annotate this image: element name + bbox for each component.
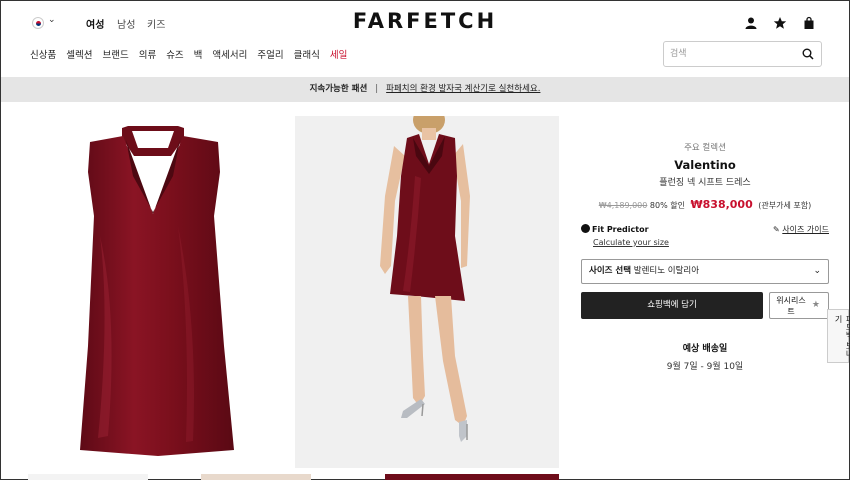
banner-title: 지속가능한 패션 — [309, 84, 368, 94]
account-icon[interactable] — [744, 16, 758, 30]
collection-label: 주요 컬렉션 — [684, 143, 726, 153]
size-select-label: 사이즈 선택 — [589, 266, 632, 276]
nav-item-bags[interactable]: 백 — [194, 47, 203, 61]
price-row: ₩4,189,000 80% 할인 ₩838,000 (관부가세 포함) — [581, 198, 829, 211]
delivery-title: 예상 배송일 — [682, 344, 728, 354]
fit-predictor-label: Fit Predictor — [592, 225, 649, 234]
ruler-icon: ✎ — [773, 225, 780, 234]
main-nav: 신상품 셀렉션 브랜드 의류 슈즈 백 액세서리 주얼리 클래식 세일 — [30, 47, 357, 61]
delivery-date: 9월 7일 - 9월 10일 — [666, 362, 744, 372]
feedback-label: 피드백 보내기 — [834, 315, 850, 358]
banner-link[interactable]: 파페치의 환경 발자국 계산기로 실천하세요. — [386, 84, 540, 94]
thumbnail-2[interactable] — [201, 474, 311, 480]
star-icon: ★ — [811, 300, 820, 310]
wishlist-button[interactable]: 위시리스트 ★ — [769, 292, 829, 319]
wishlist-star-icon[interactable] — [773, 16, 787, 30]
thumbnail-1[interactable] — [28, 474, 148, 480]
nav-item-new-in[interactable]: 신상품 — [30, 47, 56, 61]
top-header: ⌄ 여성 남성 키즈 FARFETCH 신상품 셀렉션 브랜드 의류 슈즈 백 … — [1, 1, 849, 77]
action-row: 쇼핑백에 담기 위시리스트 ★ — [581, 292, 829, 319]
search-icon[interactable] — [802, 48, 814, 60]
discount-badge: 80% 할인 — [649, 201, 685, 210]
search-box[interactable] — [663, 41, 822, 67]
fit-predictor: Fit Predictor — [581, 224, 649, 234]
nav-item-brands[interactable]: 브랜드 — [102, 47, 128, 61]
wishlist-label: 위시리스트 — [776, 296, 806, 316]
nav-item-accessories[interactable]: 액세서리 — [212, 47, 247, 61]
size-select-value: 발렌티노 이탈리아 — [633, 266, 700, 276]
size-guide-link[interactable]: ✎ 사이즈 가이드 — [773, 224, 829, 235]
nav-item-shoes[interactable]: 슈즈 — [166, 47, 183, 61]
add-to-bag-button[interactable]: 쇼핑백에 담기 — [581, 292, 763, 319]
feedback-tab[interactable]: 피드백 보내기 — [827, 309, 850, 363]
banner-separator: | — [375, 84, 379, 94]
shopping-bag-icon[interactable] — [802, 16, 816, 30]
search-input[interactable] — [670, 47, 790, 61]
fit-row: Fit Predictor Calculate your size ✎ 사이즈 … — [581, 221, 829, 251]
product-info-panel: 주요 컬렉션 Valentino 플런징 넥 시프트 드레스 ₩4,189,00… — [581, 141, 829, 372]
sale-price: ₩838,000 — [690, 198, 753, 211]
sustainability-banner: 지속가능한 패션 | 파페치의 환경 발자국 계산기로 실천하세요. — [1, 77, 849, 102]
chevron-down-icon: ⌄ — [813, 266, 821, 276]
model-photo-image — [295, 106, 559, 468]
brand-name[interactable]: Valentino — [581, 158, 829, 172]
nav-item-selection[interactable]: 셀렉션 — [66, 47, 92, 61]
size-select[interactable]: 사이즈 선택 발렌티노 이탈리아 ⌄ — [581, 259, 829, 284]
brand-logo[interactable]: FARFETCH — [1, 9, 849, 33]
nav-item-classic[interactable]: 클래식 — [294, 47, 320, 61]
fit-predictor-icon — [581, 224, 590, 233]
nav-item-sale[interactable]: 세일 — [330, 47, 347, 61]
product-name: 플런징 넥 시프트 드레스 — [659, 178, 751, 188]
nav-item-clothing[interactable]: 의류 — [139, 47, 156, 61]
product-image-model[interactable] — [295, 106, 559, 468]
original-price: ₩4,189,000 — [598, 201, 648, 210]
calculate-size-link[interactable]: Calculate your size — [593, 238, 669, 247]
tax-note: (관부가세 포함) — [758, 201, 812, 210]
size-guide-label[interactable]: 사이즈 가이드 — [782, 225, 829, 234]
nav-item-jewelry[interactable]: 주얼리 — [257, 47, 283, 61]
dress-flat-image — [80, 126, 234, 456]
thumbnail-3[interactable] — [385, 474, 559, 480]
product-image-main[interactable] — [28, 116, 282, 468]
